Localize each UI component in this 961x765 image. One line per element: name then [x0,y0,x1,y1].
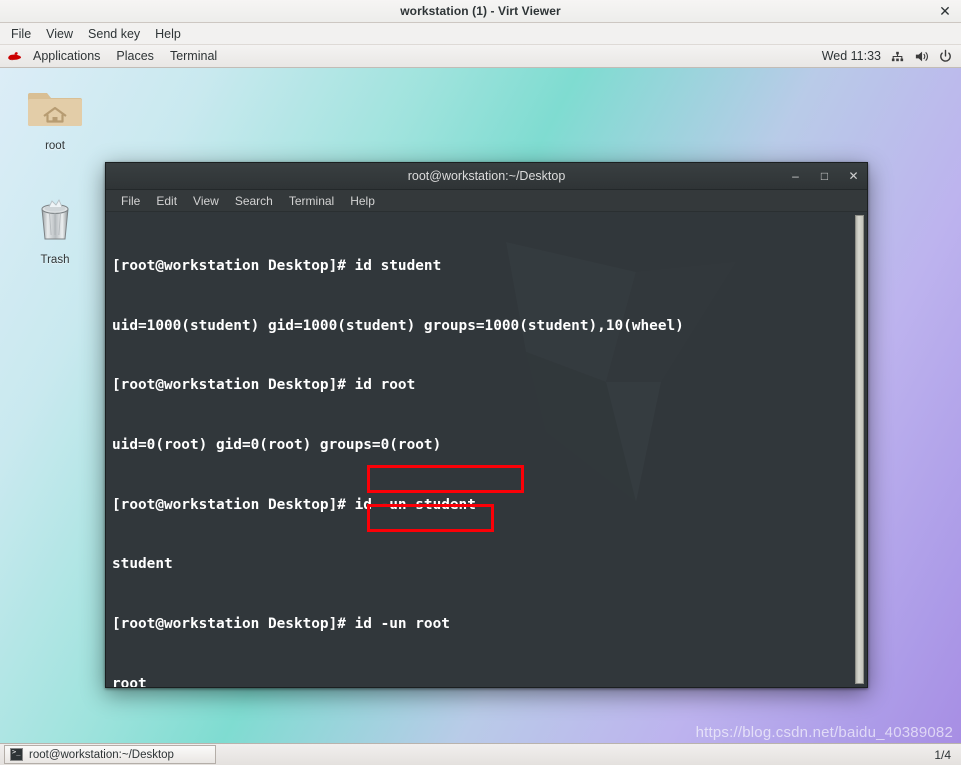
page-watermark: https://blog.csdn.net/baidu_40389082 [695,724,953,741]
terminal-icon [10,748,23,761]
close-icon[interactable]: ✕ [846,169,861,184]
terminal-line: [root@workstation Desktop]# id student [112,257,442,274]
desktop-icon-root[interactable]: root [18,85,92,152]
volume-icon[interactable] [914,49,929,64]
panel-terminal-menu[interactable]: Terminal [163,47,224,65]
terminal-menu-terminal[interactable]: Terminal [282,192,341,210]
virt-viewer-window: workstation (1) - Virt Viewer ✕ File Vie… [0,0,961,765]
viewer-window-title: workstation (1) - Virt Viewer [400,4,561,18]
terminal-line: student [112,556,173,573]
viewer-menu-send-key[interactable]: Send key [82,25,146,43]
taskbar-window-button[interactable]: root@workstation:~/Desktop [4,745,216,764]
panel-places-menu[interactable]: Places [109,47,161,65]
viewer-menu-help[interactable]: Help [149,25,187,43]
desktop-icon-trash-label: Trash [40,254,70,266]
panel-clock[interactable]: Wed 11:33 [822,49,881,63]
taskbar-window-label: root@workstation:~/Desktop [29,748,174,761]
viewer-menu-file[interactable]: File [5,25,37,43]
power-icon[interactable] [938,49,953,64]
terminal-window-title: root@workstation:~/Desktop [407,169,566,183]
terminal-window: root@workstation:~/Desktop – □ ✕ File Ed… [105,162,868,688]
viewer-menubar: File View Send key Help [0,23,961,45]
terminal-menubar: File Edit View Search Terminal Help [106,190,867,212]
desktop-icon-root-label: root [45,140,65,152]
minimize-icon[interactable]: – [788,169,803,184]
terminal-line: [root@workstation Desktop]# id -un root [112,616,450,633]
terminal-titlebar[interactable]: root@workstation:~/Desktop – □ ✕ [106,163,867,190]
desktop-icon-trash[interactable]: Trash [18,195,92,266]
terminal-menu-file[interactable]: File [114,192,147,210]
terminal-menu-search[interactable]: Search [228,192,280,210]
redhat-logo-icon [6,49,23,63]
scrollbar-thumb[interactable] [855,215,864,684]
terminal-line: uid=0(root) gid=0(root) groups=0(root) [112,436,442,453]
terminal-screen[interactable]: [root@workstation Desktop]# id student u… [106,212,853,687]
desktop-area: root Trash root@workstation:~/Desktop – … [0,68,961,743]
viewer-titlebar: workstation (1) - Virt Viewer ✕ [0,0,961,23]
terminal-menu-help[interactable]: Help [343,192,382,210]
network-icon[interactable] [890,49,905,64]
terminal-line: uid=1000(student) gid=1000(student) grou… [112,317,684,334]
terminal-scrollbar[interactable] [853,212,867,687]
gnome-top-panel: Applications Places Terminal Wed 11:33 [0,45,961,68]
maximize-icon[interactable]: □ [817,169,832,184]
gnome-bottom-panel: root@workstation:~/Desktop 1/4 [0,743,961,765]
panel-applications-menu[interactable]: Applications [26,47,107,65]
viewer-menu-view[interactable]: View [40,25,79,43]
terminal-menu-view[interactable]: View [186,192,226,210]
terminal-menu-edit[interactable]: Edit [149,192,184,210]
terminal-body: [root@workstation Desktop]# id student u… [106,212,867,687]
terminal-line: root [112,675,147,687]
annotation-box-id-gn-student [367,465,524,493]
home-folder-icon [27,85,83,136]
terminal-line: [root@workstation Desktop]# id -un stude… [112,496,476,513]
terminal-line: [root@workstation Desktop]# id root [112,377,416,394]
close-icon[interactable]: ✕ [936,2,954,20]
workspace-indicator[interactable]: 1/4 [928,748,957,762]
trash-icon [30,195,80,250]
